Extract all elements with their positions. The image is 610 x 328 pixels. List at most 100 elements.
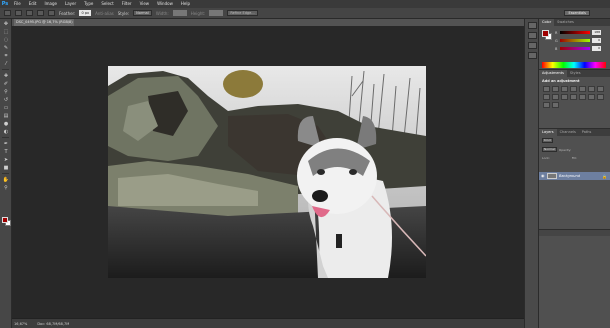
dodge-icon[interactable]: ◐ bbox=[2, 128, 10, 135]
tool-divider bbox=[2, 137, 9, 138]
menu-layer[interactable]: Layer bbox=[61, 0, 80, 8]
history-brush-icon[interactable]: ↺ bbox=[2, 96, 10, 103]
blue-slider[interactable] bbox=[560, 47, 590, 50]
add-selection-icon[interactable] bbox=[26, 10, 33, 16]
curves-icon[interactable] bbox=[561, 86, 568, 92]
layer-kind-select[interactable]: Kind bbox=[542, 138, 553, 143]
eraser-icon[interactable]: ▭ bbox=[2, 104, 10, 111]
vibrance-icon[interactable] bbox=[579, 86, 586, 92]
color-balance-icon[interactable] bbox=[597, 86, 604, 92]
blue-value-input[interactable]: 0 bbox=[592, 46, 601, 51]
height-input[interactable] bbox=[209, 10, 224, 16]
hand-icon[interactable]: ✋ bbox=[2, 176, 10, 183]
selective-color-icon[interactable] bbox=[543, 102, 550, 108]
history-panel-icon[interactable] bbox=[528, 22, 537, 29]
height-label: Height: bbox=[190, 10, 206, 16]
path-selection-icon[interactable]: ➤ bbox=[2, 156, 10, 163]
zoom-level[interactable]: 16,67% bbox=[14, 322, 27, 326]
lock-row: Lock: Fill: bbox=[539, 154, 610, 162]
posterize-icon[interactable] bbox=[588, 94, 595, 100]
blend-mode-select[interactable]: Normal bbox=[542, 147, 557, 152]
pen-icon[interactable]: ✒ bbox=[2, 140, 10, 147]
visibility-eye-icon[interactable]: ◉ bbox=[541, 174, 545, 178]
refine-edge-button[interactable]: Refine Edge... bbox=[227, 10, 258, 16]
tab-layers[interactable]: Layers bbox=[539, 129, 557, 136]
layer-row[interactable]: ◉ Background 🔒 bbox=[539, 172, 610, 180]
menu-edit[interactable]: Edit bbox=[25, 0, 41, 8]
paragraph-panel-icon[interactable] bbox=[528, 52, 537, 59]
red-value-input[interactable]: 188 bbox=[592, 30, 601, 35]
fill-label: Fill: bbox=[571, 156, 577, 160]
gradient-icon[interactable]: ▤ bbox=[2, 112, 10, 119]
brightness-contrast-icon[interactable] bbox=[543, 86, 550, 92]
width-input[interactable] bbox=[172, 10, 187, 16]
marquee-tool-preset-icon[interactable] bbox=[4, 10, 11, 16]
color-lookup-icon[interactable] bbox=[570, 94, 577, 100]
opacity-label: Opacity: bbox=[558, 147, 572, 152]
green-slider[interactable] bbox=[560, 39, 590, 42]
menu-file[interactable]: File bbox=[10, 0, 25, 8]
rectangle-shape-icon[interactable]: ■ bbox=[2, 164, 10, 171]
properties-panel-icon[interactable] bbox=[528, 32, 537, 39]
document-tab[interactable]: DSC_0495.JPG @ 16,7% (RGB/8) bbox=[14, 19, 74, 26]
black-white-icon[interactable] bbox=[543, 94, 550, 100]
channel-mixer-icon[interactable] bbox=[561, 94, 568, 100]
tool-divider bbox=[2, 69, 9, 70]
menu-help[interactable]: Help bbox=[177, 0, 194, 8]
levels-icon[interactable] bbox=[552, 86, 559, 92]
clone-stamp-icon[interactable]: ⚲ bbox=[2, 88, 10, 95]
exposure-icon[interactable] bbox=[570, 86, 577, 92]
foreground-color-swatch[interactable] bbox=[2, 217, 8, 223]
hue-saturation-icon[interactable] bbox=[588, 86, 595, 92]
move-tool-icon[interactable]: ✥ bbox=[2, 20, 10, 27]
lasso-icon[interactable]: ◌ bbox=[2, 36, 10, 43]
canvas-area[interactable] bbox=[12, 26, 524, 318]
status-bar: 16,67% Doc: 68,7M/68,7M bbox=[12, 318, 524, 328]
feather-label: Feather: bbox=[59, 10, 76, 16]
character-panel-icon[interactable] bbox=[528, 42, 537, 49]
antialias-checkbox[interactable]: Anti-alias bbox=[95, 11, 114, 16]
menu-image[interactable]: Image bbox=[40, 0, 61, 8]
menu-view[interactable]: View bbox=[136, 0, 154, 8]
husky-photo bbox=[108, 66, 426, 278]
tab-styles[interactable]: Styles bbox=[567, 70, 584, 77]
feather-input[interactable]: 0 px bbox=[79, 10, 92, 16]
menu-bar: Ps File Edit Image Layer Type Select Fil… bbox=[0, 0, 610, 8]
adjustments-title: Add an adjustment bbox=[542, 79, 580, 83]
invert-icon[interactable] bbox=[579, 94, 586, 100]
menu-select[interactable]: Select bbox=[97, 0, 117, 8]
crop-icon[interactable]: ⌗ bbox=[2, 52, 10, 59]
rectangular-marquee-icon[interactable]: ⬚ bbox=[2, 28, 10, 35]
tab-swatches[interactable]: Swatches bbox=[554, 19, 577, 26]
panel-foreground-swatch[interactable] bbox=[542, 30, 549, 37]
color-spectrum-bar[interactable] bbox=[542, 62, 606, 68]
gradient-map-icon[interactable] bbox=[552, 102, 559, 108]
options-bar: Feather: 0 px Anti-alias Style: Normal W… bbox=[0, 8, 610, 19]
tab-adjustments[interactable]: Adjustments bbox=[539, 70, 567, 77]
tab-color[interactable]: Color bbox=[539, 19, 555, 26]
intersect-selection-icon[interactable] bbox=[48, 10, 55, 16]
document-image[interactable] bbox=[108, 66, 426, 278]
menu-filter[interactable]: Filter bbox=[118, 0, 136, 8]
style-select[interactable]: Normal bbox=[133, 10, 152, 16]
spot-healing-icon[interactable]: ✚ bbox=[2, 72, 10, 79]
photo-filter-icon[interactable] bbox=[552, 94, 559, 100]
blur-icon[interactable]: ● bbox=[2, 120, 10, 127]
document-size: Doc: 68,7M/68,7M bbox=[37, 321, 70, 326]
green-value-input[interactable]: 0 bbox=[592, 38, 601, 43]
quick-selection-icon[interactable]: ✎ bbox=[2, 44, 10, 51]
eyedropper-icon[interactable]: ⁄ bbox=[2, 60, 10, 67]
workspace-switcher[interactable]: Essentials bbox=[564, 10, 590, 16]
menu-window[interactable]: Window bbox=[153, 0, 177, 8]
tab-paths[interactable]: Paths bbox=[579, 129, 595, 136]
type-icon[interactable]: T bbox=[2, 148, 10, 155]
lock-label: Lock: bbox=[542, 156, 550, 160]
tab-channels[interactable]: Channels bbox=[557, 129, 579, 136]
brush-icon[interactable]: ✐ bbox=[2, 80, 10, 87]
subtract-selection-icon[interactable] bbox=[37, 10, 44, 16]
menu-type[interactable]: Type bbox=[80, 0, 97, 8]
zoom-icon[interactable]: ⚲ bbox=[2, 184, 10, 191]
red-slider[interactable] bbox=[560, 31, 590, 34]
new-selection-icon[interactable] bbox=[15, 10, 22, 16]
threshold-icon[interactable] bbox=[597, 94, 604, 100]
